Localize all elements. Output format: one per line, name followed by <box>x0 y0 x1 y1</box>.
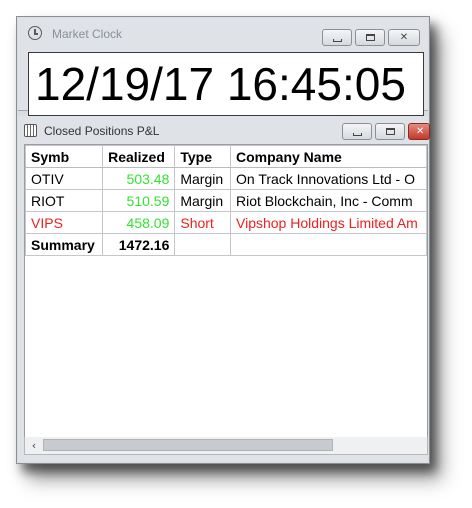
summary-type-empty <box>174 233 231 256</box>
column-header-company[interactable]: Company Name <box>230 145 427 168</box>
positions-maximize-button[interactable] <box>375 123 405 140</box>
positions-minimize-button[interactable] <box>342 123 372 140</box>
cell-realized: 503.48 <box>102 167 176 190</box>
clock-datetime: 12/19/17 16:45:05 <box>35 58 406 110</box>
cell-realized: 458.09 <box>102 211 176 234</box>
table-row[interactable]: RIOT 510.59 Margin Riot Blockchain, Inc … <box>25 189 427 212</box>
scrollbar-thumb[interactable] <box>43 439 333 451</box>
column-header-symb[interactable]: Symb <box>25 145 104 168</box>
clock-maximize-button[interactable] <box>355 29 385 46</box>
minimize-icon <box>352 132 362 136</box>
market-clock-title: Market Clock <box>52 27 123 41</box>
cell-company: Vipshop Holdings Limited Am <box>230 211 427 234</box>
table-row[interactable]: VIPS 458.09 Short Vipshop Holdings Limit… <box>25 211 427 234</box>
cell-symb: OTIV <box>25 167 104 190</box>
positions-close-button[interactable]: ✕ <box>408 123 430 140</box>
cell-symb: RIOT <box>25 189 104 212</box>
cell-type: Margin <box>174 189 231 212</box>
clock-icon <box>28 26 42 40</box>
cell-type: Short <box>174 211 231 234</box>
summary-company-empty <box>230 233 427 256</box>
maximize-icon <box>365 34 375 41</box>
cell-realized: 510.59 <box>102 189 176 212</box>
chevron-left-icon[interactable]: ‹ <box>27 439 41 452</box>
clock-display: 12/19/17 16:45:05 <box>28 52 424 116</box>
closed-positions-titlebar[interactable]: Closed Positions P&L ✕ <box>18 116 430 142</box>
horizontal-scrollbar[interactable]: ‹ <box>24 437 428 455</box>
cell-symb: VIPS <box>25 211 104 234</box>
column-header-realized[interactable]: Realized <box>102 145 176 168</box>
table-row[interactable]: OTIV 503.48 Margin On Track Innovations … <box>25 167 427 190</box>
table-icon <box>24 124 37 137</box>
clock-close-button[interactable]: ✕ <box>388 29 420 46</box>
summary-row[interactable]: Summary 1472.16 <box>25 233 427 256</box>
closed-positions-window: Closed Positions P&L ✕ Symb Realized Typ… <box>18 116 430 462</box>
summary-realized: 1472.16 <box>102 233 176 256</box>
market-clock-titlebar[interactable]: Market Clock ✕ <box>18 18 428 48</box>
positions-grid: Symb Realized Type Company Name OTIV 503… <box>24 144 428 440</box>
closed-positions-title: Closed Positions P&L <box>44 124 160 138</box>
positions-table: Symb Realized Type Company Name OTIV 503… <box>25 145 427 256</box>
cell-type: Margin <box>174 167 231 190</box>
market-clock-window: Market Clock ✕ 12/19/17 16:45:05 <box>18 18 428 116</box>
cell-company: Riot Blockchain, Inc - Comm <box>230 189 427 212</box>
clock-minimize-button[interactable] <box>322 29 352 46</box>
close-icon: ✕ <box>416 126 425 137</box>
minimize-icon <box>332 38 342 42</box>
close-icon: ✕ <box>399 32 409 43</box>
cell-company: On Track Innovations Ltd - O <box>230 167 427 190</box>
maximize-icon <box>385 128 395 135</box>
table-header-row: Symb Realized Type Company Name <box>25 145 427 168</box>
summary-label: Summary <box>25 233 104 256</box>
column-header-type[interactable]: Type <box>174 145 231 168</box>
